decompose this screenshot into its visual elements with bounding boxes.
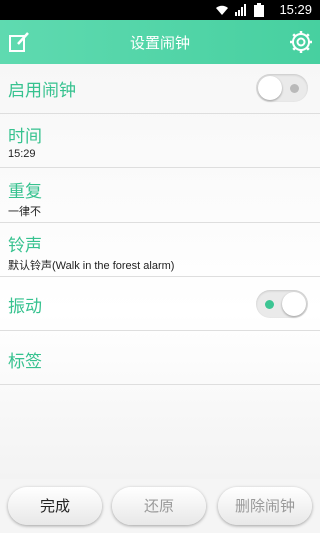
toggle-on-dot bbox=[265, 300, 274, 309]
status-bar: 15:29 bbox=[0, 0, 320, 20]
app-bar: 设置闹钟 bbox=[0, 20, 320, 64]
ringtone-value: 默认铃声(Walk in the forest alarm) bbox=[8, 260, 175, 272]
done-button[interactable]: 完成 bbox=[8, 487, 102, 525]
tag-label: 标签 bbox=[8, 352, 42, 372]
repeat-value: 一律不 bbox=[8, 206, 41, 218]
page-title: 设置闹钟 bbox=[129, 34, 190, 52]
row-repeat[interactable]: 重复 一律不 bbox=[0, 168, 320, 223]
row-enable-alarm[interactable]: 启用闹钟 bbox=[0, 64, 320, 114]
revert-button[interactable]: 还原 bbox=[112, 487, 206, 525]
row-ringtone[interactable]: 铃声 默认铃声(Walk in the forest alarm) bbox=[0, 223, 320, 277]
enable-alarm-toggle[interactable] bbox=[256, 74, 308, 102]
bottom-action-bar: 完成 还原 删除闹钟 bbox=[0, 479, 320, 533]
delete-alarm-button[interactable]: 删除闹钟 bbox=[218, 487, 312, 525]
toggle-off-dot bbox=[290, 84, 299, 93]
signal-icon bbox=[235, 4, 246, 16]
row-vibrate[interactable]: 振动 bbox=[0, 277, 320, 331]
row-time[interactable]: 时间 15:29 bbox=[0, 114, 320, 168]
time-value: 15:29 bbox=[8, 148, 36, 160]
wifi-icon bbox=[216, 5, 228, 15]
vibrate-toggle[interactable] bbox=[256, 290, 308, 318]
settings-list: 启用闹钟 时间 15:29 重复 一律不 铃声 默认铃声(Walk in the… bbox=[0, 64, 320, 479]
toggle-knob bbox=[258, 76, 282, 100]
enable-alarm-label: 启用闹钟 bbox=[8, 81, 76, 101]
status-time: 15:29 bbox=[279, 2, 312, 17]
row-tag[interactable]: 标签 bbox=[0, 331, 320, 385]
repeat-label: 重复 bbox=[8, 182, 42, 202]
ringtone-label: 铃声 bbox=[8, 236, 42, 256]
time-label: 时间 bbox=[8, 127, 42, 147]
gear-icon[interactable] bbox=[289, 30, 313, 54]
vibrate-label: 振动 bbox=[8, 297, 42, 317]
toggle-knob bbox=[282, 292, 306, 316]
battery-icon bbox=[254, 3, 264, 17]
